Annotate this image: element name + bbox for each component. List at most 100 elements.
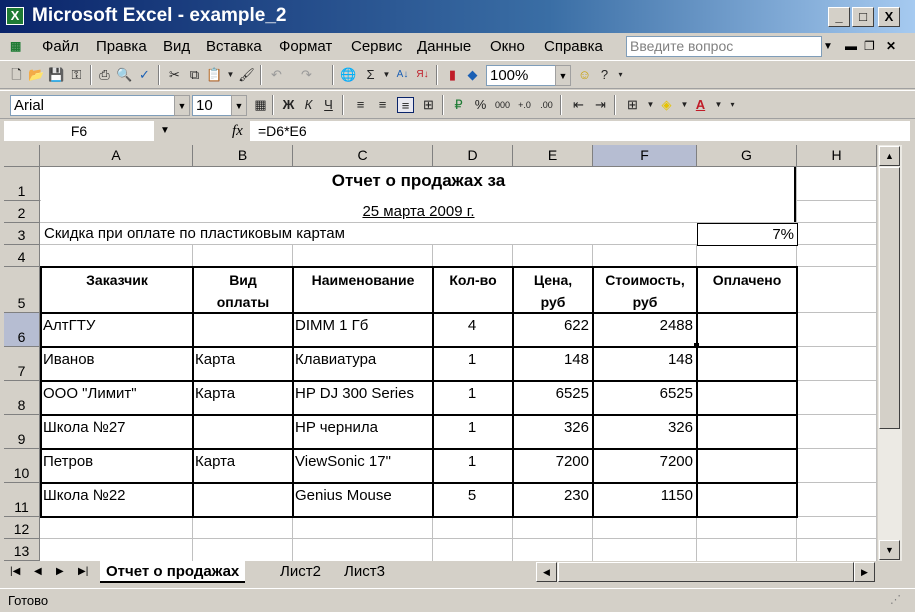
table-header[interactable]: Стоимость, руб xyxy=(594,269,696,313)
increase-decimal-icon[interactable]: +.0 xyxy=(516,97,533,113)
merge-center-icon[interactable]: ⊞ xyxy=(420,97,437,113)
print-preview-icon[interactable]: 🔍 xyxy=(116,67,133,83)
font-dropdown-icon[interactable]: ▼ xyxy=(174,95,190,116)
fill-color-dropdown-icon[interactable]: ▼ xyxy=(676,97,693,113)
table-cell[interactable]: 1 xyxy=(432,419,512,436)
table-cell[interactable]: 4 xyxy=(432,317,512,334)
table-cell[interactable]: HP чернила xyxy=(292,419,432,436)
table-cell[interactable]: Карта xyxy=(192,453,292,470)
table-cell[interactable]: 148 xyxy=(592,351,696,368)
toolbar-options-icon-2[interactable]: ▾ xyxy=(724,97,741,113)
table-cell[interactable]: 326 xyxy=(592,419,696,436)
align-center-icon[interactable]: ≡ xyxy=(374,97,391,113)
autoformat-icon[interactable]: ▦ xyxy=(252,97,269,113)
horizontal-scroll-thumb[interactable] xyxy=(558,562,854,582)
next-sheet-icon[interactable]: ▶ xyxy=(56,566,64,577)
row-header-12[interactable]: 12 xyxy=(4,517,40,539)
table-cell[interactable]: Genius Mouse xyxy=(292,487,432,504)
row-header-9[interactable]: 9 xyxy=(4,415,40,449)
table-cell[interactable]: 1 xyxy=(432,351,512,368)
align-right-icon[interactable]: ≡ xyxy=(397,97,414,113)
column-header-a[interactable]: A xyxy=(40,145,193,167)
row-header-13[interactable]: 13 xyxy=(4,539,40,561)
minimize-button[interactable]: _ xyxy=(828,7,850,27)
formula-input[interactable]: =D6*E6 xyxy=(250,121,910,141)
horizontal-scrollbar[interactable]: ◀ ▶ xyxy=(536,562,875,582)
table-header[interactable]: Оплачено xyxy=(698,269,796,291)
table-header[interactable]: Кол-во xyxy=(434,269,512,291)
menu-view[interactable]: Вид xyxy=(163,38,190,55)
paste-dropdown-icon[interactable]: ▼ xyxy=(222,67,239,83)
thousands-button[interactable]: 000 xyxy=(494,97,511,113)
office-assistant-icon[interactable]: ☺ xyxy=(576,67,593,83)
font-color-icon[interactable]: A xyxy=(692,97,709,113)
new-icon[interactable]: 🗋 xyxy=(8,67,25,83)
last-sheet-icon[interactable]: ▶| xyxy=(78,566,88,577)
sheet-tab-report[interactable]: Отчет о продажах xyxy=(100,561,246,583)
table-header[interactable]: Заказчик xyxy=(42,269,192,291)
menu-window[interactable]: Окно xyxy=(490,38,525,55)
underline-button[interactable]: Ч xyxy=(320,97,337,113)
fill-handle[interactable] xyxy=(694,343,699,348)
discount-label[interactable]: Скидка при оплате по пластиковым картам xyxy=(41,225,691,242)
row-header-3[interactable]: 3 xyxy=(4,223,40,245)
close-button[interactable]: X xyxy=(878,7,900,27)
table-cell[interactable]: 326 xyxy=(512,419,592,436)
doc-minimize-icon[interactable]: ▬ xyxy=(845,39,857,53)
row-header-10[interactable]: 10 xyxy=(4,449,40,483)
row-header-11[interactable]: 11 xyxy=(4,483,40,517)
resize-grip-icon[interactable]: ⋰ xyxy=(890,593,901,606)
table-cell[interactable]: 7200 xyxy=(592,453,696,470)
menu-data[interactable]: Данные xyxy=(417,38,471,55)
table-cell[interactable]: 1150 xyxy=(592,487,696,504)
drawing-icon[interactable]: ◆ xyxy=(464,67,481,83)
spelling-icon[interactable]: ✓ xyxy=(136,67,153,83)
chart-wizard-icon[interactable]: ▮ xyxy=(444,67,461,83)
toolbar-options-icon[interactable]: ▾ xyxy=(612,67,629,83)
redo-icon[interactable]: ↷ xyxy=(298,67,315,83)
excel-icon[interactable]: X xyxy=(6,7,24,25)
column-header-e[interactable]: E xyxy=(513,145,593,167)
table-cell[interactable]: Иванов xyxy=(40,351,192,368)
workbook-icon[interactable]: ▦ xyxy=(10,39,21,53)
report-date[interactable]: 25 марта 2009 г. xyxy=(41,203,796,220)
help-search-input[interactable]: Введите вопрос xyxy=(626,36,822,57)
row-header-1[interactable]: 1 xyxy=(4,167,40,201)
table-cell[interactable]: Петров xyxy=(40,453,192,470)
decrease-decimal-icon[interactable]: .00 xyxy=(538,97,555,113)
decrease-indent-icon[interactable]: ⇤ xyxy=(570,97,587,113)
table-cell[interactable]: ViewSonic 17" xyxy=(292,453,432,470)
name-box-dropdown-icon[interactable]: ▼ xyxy=(155,121,175,141)
font-select[interactable]: Arial xyxy=(10,95,175,116)
table-cell[interactable]: Школа №22 xyxy=(40,487,192,504)
menu-edit[interactable]: Правка xyxy=(96,38,147,55)
table-cell[interactable]: ООО "Лимит" xyxy=(40,385,192,402)
sort-ascending-icon[interactable]: A↓ xyxy=(394,67,411,83)
scroll-up-icon[interactable]: ▲ xyxy=(879,146,900,166)
scroll-right-icon[interactable]: ▶ xyxy=(854,562,875,582)
autosum-dropdown-icon[interactable]: ▼ xyxy=(378,67,395,83)
doc-restore-icon[interactable]: ❐ xyxy=(864,39,875,53)
table-cell[interactable]: Школа №27 xyxy=(40,419,192,436)
doc-close-icon[interactable]: ✕ xyxy=(886,39,896,53)
sheet-tab-sheet3[interactable]: Лист3 xyxy=(338,561,391,583)
scroll-down-icon[interactable]: ▼ xyxy=(879,540,900,560)
table-cell[interactable]: 7200 xyxy=(512,453,592,470)
cut-icon[interactable]: ✂ xyxy=(166,67,183,83)
column-header-h[interactable]: H xyxy=(797,145,877,167)
open-icon[interactable]: 📂 xyxy=(28,67,45,83)
table-cell[interactable]: DIMM 1 Гб xyxy=(292,317,432,334)
column-header-f[interactable]: F xyxy=(593,145,697,167)
table-cell[interactable]: 622 xyxy=(512,317,592,334)
format-painter-icon[interactable]: 🖌 xyxy=(238,67,255,83)
align-left-icon[interactable]: ≡ xyxy=(352,97,369,113)
paste-icon[interactable]: 📋 xyxy=(206,67,223,83)
active-cell-selection[interactable] xyxy=(593,313,698,347)
row-header-5[interactable]: 5 xyxy=(4,267,40,313)
sort-descending-icon[interactable]: Я↓ xyxy=(414,67,431,83)
table-cell[interactable]: 230 xyxy=(512,487,592,504)
table-cell[interactable]: 5 xyxy=(432,487,512,504)
select-all-corner[interactable] xyxy=(4,145,40,167)
table-cell[interactable]: 1 xyxy=(432,453,512,470)
font-size-dropdown-icon[interactable]: ▼ xyxy=(231,95,247,116)
